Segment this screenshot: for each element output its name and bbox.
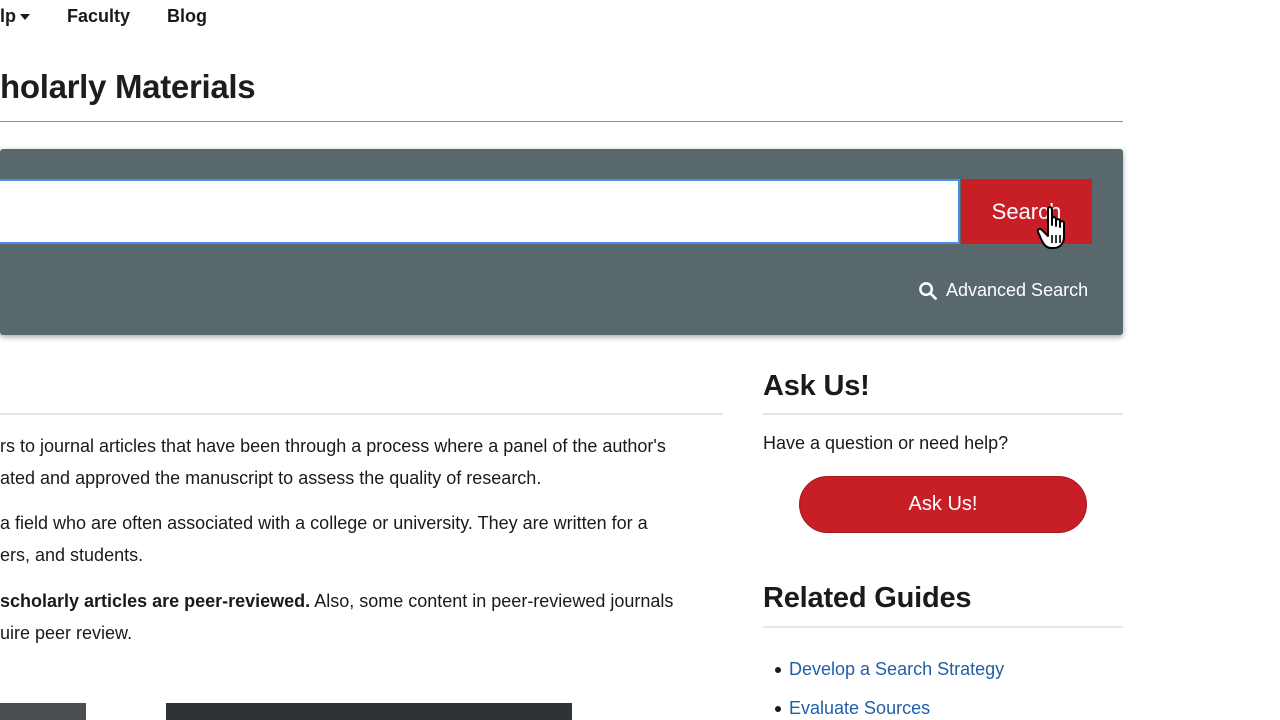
- search-panel: Search Advanced Search: [0, 149, 1123, 335]
- search-input[interactable]: [0, 179, 960, 244]
- nav-help-dropdown[interactable]: lp: [0, 6, 30, 27]
- definition-paragraph-1: rs to journal articles that have been th…: [0, 430, 723, 494]
- nav-blog-link[interactable]: Blog: [167, 6, 207, 27]
- paragraph-line: scholarly articles are peer-reviewed. Al…: [0, 585, 723, 617]
- search-button[interactable]: Search: [961, 179, 1092, 244]
- paragraph-line: ers, and students.: [0, 545, 144, 565]
- ask-us-button[interactable]: Ask Us!: [799, 476, 1087, 533]
- paragraph-line: a field who are often associated with a …: [0, 513, 648, 533]
- ask-us-heading: Ask Us!: [763, 370, 870, 402]
- content-divider: [0, 413, 723, 415]
- search-icon: [919, 282, 937, 300]
- nav-help-label: lp: [0, 6, 16, 26]
- title-divider: [0, 121, 1123, 122]
- ask-us-divider: [763, 413, 1123, 415]
- advanced-search-link[interactable]: Advanced Search: [918, 280, 1088, 301]
- related-guide-link[interactable]: Evaluate Sources: [789, 698, 930, 718]
- paragraph-line: rs to journal articles that have been th…: [0, 436, 666, 456]
- caret-down-icon: [20, 14, 30, 21]
- emphasis-text: scholarly articles are peer-reviewed.: [0, 591, 311, 611]
- related-guides-heading: Related Guides: [763, 582, 972, 614]
- related-guides-list: Develop a Search Strategy Evaluate Sourc…: [775, 650, 1004, 720]
- video-thumbnail[interactable]: [0, 703, 86, 720]
- related-guides-divider: [763, 626, 1123, 628]
- definition-paragraph-2: a field who are often associated with a …: [0, 507, 723, 571]
- definition-paragraph-3: scholarly articles are peer-reviewed. Al…: [0, 585, 723, 649]
- advanced-search-label: Advanced Search: [946, 280, 1089, 300]
- list-item: Evaluate Sources: [775, 689, 1004, 720]
- paragraph-line: ated and approved the manuscript to asse…: [0, 468, 542, 488]
- video-thumbnail[interactable]: [166, 703, 572, 720]
- list-item: Develop a Search Strategy: [775, 650, 1004, 689]
- paragraph-line: uire peer review.: [0, 623, 133, 643]
- page-title: holarly Materials: [0, 68, 256, 105]
- paragraph-text: Also, some content in peer-reviewed jour…: [310, 591, 674, 611]
- ask-us-text: Have a question or need help?: [763, 433, 1009, 453]
- related-guide-link[interactable]: Develop a Search Strategy: [789, 659, 1004, 679]
- top-navigation: lp Faculty Blog: [0, 0, 1280, 34]
- nav-faculty-link[interactable]: Faculty: [67, 6, 130, 27]
